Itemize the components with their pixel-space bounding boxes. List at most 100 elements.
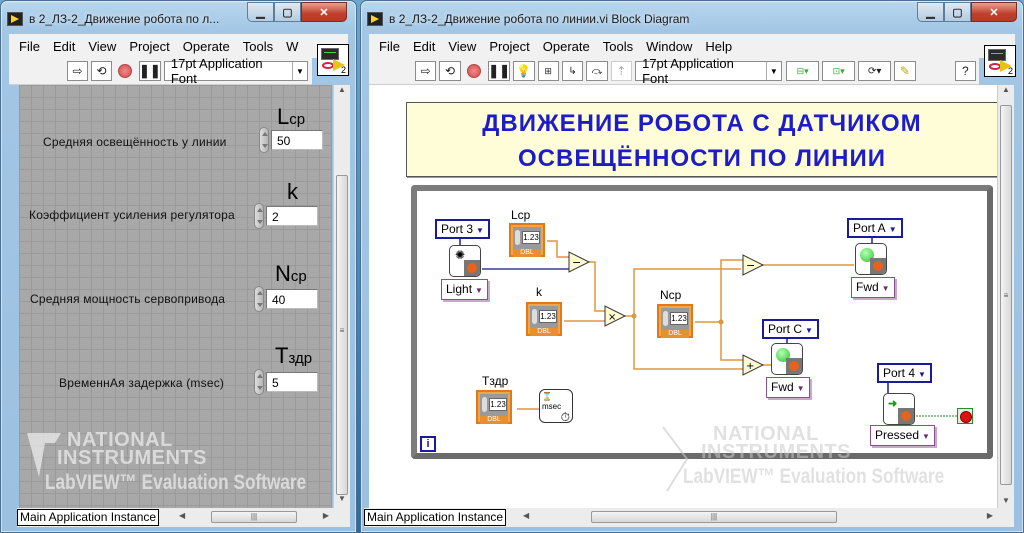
font-selector[interactable]: 17pt Application Font ▼ xyxy=(635,56,783,86)
scrollbar-thumb[interactable]: ≡ xyxy=(336,175,348,495)
scroll-left-icon[interactable]: ◀ xyxy=(179,511,185,520)
menu-edit[interactable]: Edit xyxy=(53,39,75,54)
menu-view[interactable]: View xyxy=(448,39,476,54)
port-3-selector[interactable]: Port 3 ▼ xyxy=(435,219,490,239)
run-continuously-icon[interactable]: ⟲ xyxy=(439,61,461,81)
horizontal-scrollbar[interactable]: ◀ ||| ▶ xyxy=(175,509,333,525)
terminal-ncp[interactable]: 1.23 DBL xyxy=(657,304,693,338)
light-sensor-block[interactable]: ✺ xyxy=(449,245,481,277)
vertical-scrollbar[interactable]: ▲ ≡ ▼ xyxy=(333,85,350,508)
menu-edit[interactable]: Edit xyxy=(413,39,435,54)
application-instance-label[interactable]: Main Application Instance xyxy=(17,509,160,526)
font-selector[interactable]: 17pt Application Font ▼ xyxy=(163,56,308,86)
wait-ms-timer[interactable]: ⌛msec ⏱ xyxy=(539,389,573,423)
menu-file[interactable]: File xyxy=(19,39,40,54)
touch-sensor-block[interactable]: ➜ xyxy=(883,393,915,425)
ni-watermark: NATIONAL INSTRUMENTS LabVIEW™ Evaluation… xyxy=(25,430,332,495)
menu-window[interactable]: W xyxy=(286,39,298,54)
abort-icon[interactable] xyxy=(464,61,485,81)
step-out-icon[interactable]: ⇡ xyxy=(610,61,633,81)
run-arrow-icon[interactable]: ⇨ xyxy=(415,61,437,81)
motor-a-direction-selector[interactable]: Fwd ▼ xyxy=(851,277,895,298)
scroll-down-icon[interactable]: ▼ xyxy=(334,494,350,508)
abort-icon[interactable] xyxy=(115,61,136,81)
maximize-button[interactable]: ▢ xyxy=(274,2,301,22)
scroll-up-icon[interactable]: ▲ xyxy=(334,85,350,99)
increment-decrement-icon[interactable] xyxy=(254,369,264,395)
reorder-icon[interactable]: ⟳▾ xyxy=(858,61,892,81)
horizontal-scrollbar[interactable]: ◀ ||| ▶ xyxy=(519,509,997,525)
chevron-down-icon: ▼ xyxy=(291,62,307,80)
scroll-right-icon[interactable]: ▶ xyxy=(987,511,993,520)
distribute-objects-icon[interactable]: ⊡▾ xyxy=(822,61,856,81)
avg-light-input[interactable]: 50 xyxy=(271,130,323,150)
numeric-control-avg-power[interactable]: 40 xyxy=(254,286,318,312)
minimize-button[interactable]: ▁ xyxy=(247,2,274,22)
port-a-selector[interactable]: Port A ▼ xyxy=(847,218,903,238)
step-into-icon[interactable]: ↳ xyxy=(561,61,584,81)
increment-decrement-icon[interactable] xyxy=(259,127,269,153)
menu-operate[interactable]: Operate xyxy=(543,39,590,54)
close-button[interactable]: ✕ xyxy=(301,2,347,22)
caption-buttons: ▁ ▢ ✕ xyxy=(917,2,1017,22)
pause-icon[interactable]: ❚❚ xyxy=(138,61,161,81)
motor-c-direction-selector[interactable]: Fwd ▼ xyxy=(766,377,810,398)
menu-help[interactable]: Help xyxy=(705,39,732,54)
port-4-selector[interactable]: Port 4 ▼ xyxy=(877,363,932,383)
wire-lcp-to-subtract xyxy=(547,240,569,258)
numeric-control-delay[interactable]: 5 xyxy=(254,369,318,395)
increment-decrement-icon[interactable] xyxy=(254,203,264,229)
toolbar: ⇨ ⟲ ❚❚ 17pt Application Font ▼ xyxy=(9,56,312,86)
add-node[interactable]: + xyxy=(742,354,765,376)
delay-input[interactable]: 5 xyxy=(266,372,318,392)
step-over-icon[interactable]: ⤼ xyxy=(586,61,608,81)
light-mode-selector[interactable]: Light ▼ xyxy=(441,279,488,300)
menu-view[interactable]: View xyxy=(88,39,116,54)
motor-c-block[interactable] xyxy=(771,343,803,375)
run-continuously-icon[interactable]: ⟲ xyxy=(90,61,112,81)
menu-project[interactable]: Project xyxy=(489,39,529,54)
gain-input[interactable]: 2 xyxy=(266,206,318,226)
subtract-node-2[interactable]: − xyxy=(742,254,765,276)
menu-tools[interactable]: Tools xyxy=(243,39,273,54)
scroll-left-icon[interactable]: ◀ xyxy=(523,511,529,520)
menu-project[interactable]: Project xyxy=(129,39,169,54)
wire-subtract-to-multiply xyxy=(589,261,605,312)
terminal-k[interactable]: 1.23 DBL xyxy=(526,302,562,336)
menu-window[interactable]: Window xyxy=(646,39,692,54)
vi-connector-icon[interactable]: 2 xyxy=(984,45,1016,77)
cleanup-diagram-icon[interactable]: ✎ xyxy=(894,61,916,81)
port-c-selector[interactable]: Port C ▼ xyxy=(762,319,819,339)
numeric-control-avg-light[interactable]: 50 xyxy=(259,127,323,153)
scrollbar-thumb[interactable]: ||| xyxy=(211,511,297,523)
scrollbar-thumb[interactable]: ≡ xyxy=(1000,105,1012,485)
scroll-right-icon[interactable]: ▶ xyxy=(323,511,329,520)
increment-decrement-icon[interactable] xyxy=(254,286,264,312)
numeric-control-gain[interactable]: 2 xyxy=(254,203,318,229)
menu-file[interactable]: File xyxy=(379,39,400,54)
scroll-up-icon[interactable]: ▲ xyxy=(998,85,1014,99)
pause-icon[interactable]: ❚❚ xyxy=(488,61,511,81)
application-instance-label[interactable]: Main Application Instance xyxy=(364,509,507,526)
help-icon[interactable]: ? xyxy=(954,61,976,81)
menu-operate[interactable]: Operate xyxy=(183,39,230,54)
terminal-lcp[interactable]: 1.23 DBL xyxy=(509,223,545,257)
highlight-execution-icon[interactable]: 💡 xyxy=(513,61,535,81)
motor-a-block[interactable] xyxy=(855,243,887,275)
avg-power-input[interactable]: 40 xyxy=(266,289,318,309)
retain-wire-values-icon[interactable]: ⊞ xyxy=(537,61,559,81)
multiply-node[interactable]: × xyxy=(604,305,627,327)
vi-connector-icon[interactable]: 2 xyxy=(317,44,349,76)
terminal-tzdr[interactable]: 1.23 DBL xyxy=(476,390,512,424)
menu-tools[interactable]: Tools xyxy=(603,39,633,54)
run-arrow-icon[interactable]: ⇨ xyxy=(67,61,88,81)
scrollbar-thumb[interactable]: ||| xyxy=(591,511,837,523)
minimize-button[interactable]: ▁ xyxy=(917,2,944,22)
toolbar: ⇨ ⟲ ❚❚ 💡 ⊞ ↳ ⤼ ⇡ 17pt Application Font ▼… xyxy=(369,56,979,86)
subtract-node-1[interactable]: − xyxy=(568,251,591,273)
loop-stop-condition[interactable] xyxy=(957,408,973,424)
align-objects-icon[interactable]: ⊟▾ xyxy=(786,61,820,81)
close-button[interactable]: ✕ xyxy=(971,2,1017,22)
maximize-button[interactable]: ▢ xyxy=(944,2,971,22)
vertical-scrollbar[interactable]: ▲ ≡ ▼ xyxy=(997,85,1014,510)
